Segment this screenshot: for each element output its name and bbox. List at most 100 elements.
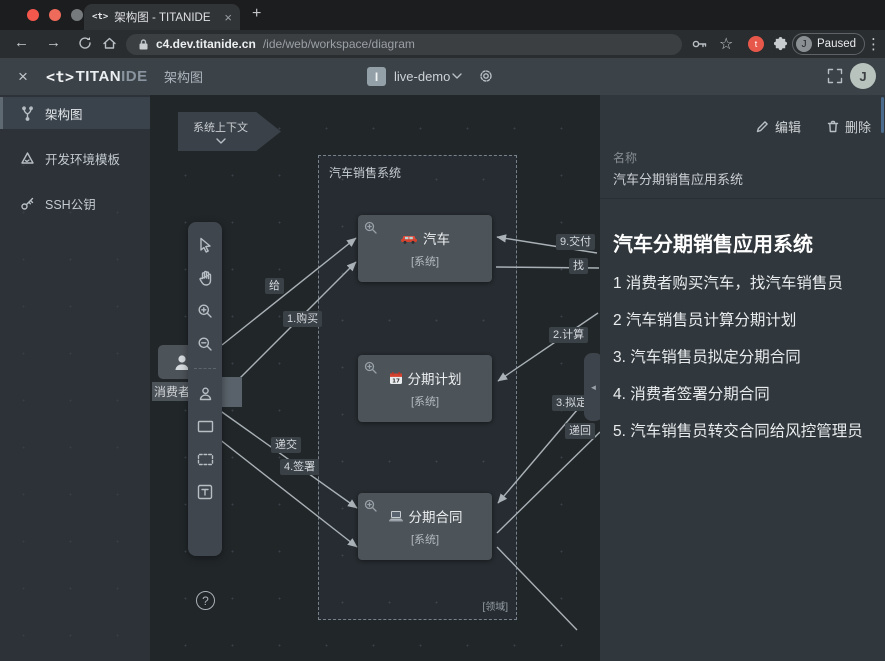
bookmark-star-icon[interactable]: ☆ bbox=[719, 34, 733, 54]
browser-menu-kebab-icon[interactable]: ⋮ bbox=[866, 35, 881, 53]
name-field-label: 名称 bbox=[613, 149, 637, 166]
zoom-in-tool[interactable] bbox=[194, 300, 216, 322]
node-car-system[interactable]: 汽车 [系统] bbox=[358, 215, 492, 282]
back-icon[interactable]: ← bbox=[14, 34, 29, 51]
sidebar: 架构图 开发环境模板 SSH公钥 bbox=[0, 95, 150, 661]
reload-icon[interactable] bbox=[78, 36, 92, 50]
sidebar-item-label: 开发环境模板 bbox=[45, 149, 120, 168]
panel-scrollbar-thumb[interactable] bbox=[881, 97, 884, 133]
logo-mark: <t> bbox=[46, 68, 75, 86]
selection-anchor bbox=[222, 377, 242, 407]
add-boundary-tool[interactable] bbox=[194, 448, 216, 470]
tab-title: 架构图 - TITANIDE bbox=[114, 9, 218, 25]
diagram-canvas[interactable]: 系统上下文 汽车销售系统 [领域] bbox=[150, 95, 600, 661]
sidebar-item-ssh-key[interactable]: SSH公钥 bbox=[0, 187, 150, 219]
zoom-in-node-icon[interactable] bbox=[364, 499, 377, 512]
browser-navbar: ← → c4.dev.titanide.cn /ide/web/workspac… bbox=[0, 30, 885, 58]
doc-step: 1 消费者购买汽车，找汽车销售员 bbox=[613, 273, 875, 295]
trash-icon bbox=[827, 120, 839, 133]
edge-label: 4.签署 bbox=[280, 459, 319, 475]
sidebar-item-label: 架构图 bbox=[45, 104, 83, 123]
url-path: /ide/web/workspace/diagram bbox=[263, 37, 415, 51]
node-type: [系统] bbox=[411, 253, 439, 269]
palette-divider bbox=[194, 368, 216, 369]
zoom-in-node-icon[interactable] bbox=[364, 221, 377, 234]
settings-gear-icon[interactable] bbox=[478, 68, 494, 84]
traffic-zoom-button[interactable] bbox=[71, 9, 83, 21]
edit-button[interactable]: 编辑 bbox=[756, 117, 801, 136]
doc-step: 5. 汽车销售员转交合同给风控管理员 bbox=[613, 421, 875, 443]
zoom-out-tool[interactable] bbox=[194, 333, 216, 355]
panel-divider bbox=[600, 198, 885, 199]
extension-badge-icon[interactable]: t bbox=[748, 36, 764, 52]
traffic-minimize-button[interactable] bbox=[49, 9, 61, 21]
edge-label: 1.购买 bbox=[283, 311, 322, 327]
add-person-tool[interactable] bbox=[194, 382, 216, 404]
traffic-close-button[interactable] bbox=[27, 9, 39, 21]
add-rectangle-tool[interactable] bbox=[194, 415, 216, 437]
edit-button-label: 编辑 bbox=[775, 117, 801, 136]
titanide-logo: <t> TITAN IDE bbox=[46, 68, 148, 86]
context-selector-label: 系统上下文 bbox=[193, 119, 248, 135]
edge-label: 9.交付 bbox=[556, 234, 595, 250]
pan-hand-tool[interactable] bbox=[194, 267, 216, 289]
help-icon[interactable]: ? bbox=[196, 591, 215, 610]
main-area: 架构图 开发环境模板 SSH公钥 系统上下文 汽车销售系统 [领域] bbox=[0, 95, 885, 661]
browser-profile-button[interactable]: J Paused bbox=[792, 33, 865, 55]
doc-title: 汽车分期销售应用系统 bbox=[613, 228, 813, 257]
address-bar[interactable]: c4.dev.titanide.cn /ide/web/workspace/di… bbox=[126, 34, 682, 55]
home-icon[interactable] bbox=[102, 36, 117, 51]
sidebar-item-dev-template[interactable]: 开发环境模板 bbox=[0, 142, 150, 174]
browser-tab-strip: <t> 架构图 - TITANIDE × + bbox=[0, 0, 885, 30]
forward-icon[interactable]: → bbox=[46, 34, 61, 51]
url-host: c4.dev.titanide.cn bbox=[156, 37, 256, 51]
node-installment-contract[interactable]: 分期合同 [系统] bbox=[358, 493, 492, 560]
header-doc-title: 架构图 bbox=[164, 67, 203, 86]
node-installment-plan[interactable]: 17 分期计划 [系统] bbox=[358, 355, 492, 422]
fullscreen-icon[interactable] bbox=[827, 68, 843, 84]
car-icon bbox=[400, 232, 418, 244]
delete-button[interactable]: 删除 bbox=[827, 117, 871, 136]
select-cursor-tool[interactable] bbox=[194, 234, 216, 256]
extensions-puzzle-icon[interactable] bbox=[773, 36, 788, 51]
node-type: [系统] bbox=[411, 531, 439, 547]
branch-icon bbox=[20, 106, 35, 121]
doc-step: 2 汽车销售员计算分期计划 bbox=[613, 310, 875, 332]
node-name: 分期计划 bbox=[408, 368, 462, 388]
app-header: × <t> TITAN IDE 架构图 I live-demo J bbox=[0, 58, 885, 95]
node-name: 分期合同 bbox=[409, 506, 463, 526]
name-field-value: 汽车分期销售应用系统 bbox=[613, 169, 743, 188]
chevron-down-icon[interactable] bbox=[452, 73, 462, 79]
profile-status: Paused bbox=[817, 38, 856, 50]
detail-panel: 编辑 删除 名称 汽车分期销售应用系统 汽车分期销售应用系统 1 消费者购买汽车… bbox=[600, 95, 885, 661]
edge-label: 给 bbox=[265, 278, 284, 294]
tool-palette bbox=[188, 222, 222, 556]
edge-label: 2.计算 bbox=[549, 327, 588, 343]
logo-main: TITAN bbox=[76, 68, 122, 86]
app-close-icon[interactable]: × bbox=[18, 67, 28, 87]
node-type: [系统] bbox=[411, 393, 439, 409]
titanide-favicon-icon: <t> bbox=[92, 12, 108, 22]
profile-avatar: J bbox=[796, 36, 812, 52]
zoom-in-node-icon[interactable] bbox=[364, 361, 377, 374]
edge-label: 递交 bbox=[271, 437, 301, 453]
sidebar-item-label: SSH公钥 bbox=[45, 194, 96, 213]
workspace-badge[interactable]: I bbox=[367, 67, 386, 86]
new-tab-button[interactable]: + bbox=[252, 5, 261, 23]
browser-tab[interactable]: <t> 架构图 - TITANIDE × bbox=[84, 4, 240, 30]
logo-sub: IDE bbox=[121, 68, 148, 86]
user-avatar[interactable]: J bbox=[850, 63, 876, 89]
svg-text:17: 17 bbox=[392, 378, 400, 384]
doc-steps: 1 消费者购买汽车，找汽车销售员 2 汽车销售员计算分期计划 3. 汽车销售员拟… bbox=[613, 273, 875, 443]
add-text-tool[interactable] bbox=[194, 481, 216, 503]
doc-step: 4. 消费者签署分期合同 bbox=[613, 384, 875, 406]
password-key-icon[interactable] bbox=[692, 38, 707, 50]
tab-close-icon[interactable]: × bbox=[224, 10, 232, 25]
edge-label: 找 bbox=[569, 258, 588, 274]
calendar-icon: 17 bbox=[389, 371, 403, 385]
workspace-selector[interactable]: live-demo bbox=[394, 69, 450, 84]
panel-collapse-handle[interactable]: ◄ bbox=[584, 353, 600, 421]
pencil-icon bbox=[756, 120, 769, 133]
laptop-icon bbox=[388, 510, 404, 522]
sidebar-item-diagram[interactable]: 架构图 bbox=[0, 97, 150, 129]
